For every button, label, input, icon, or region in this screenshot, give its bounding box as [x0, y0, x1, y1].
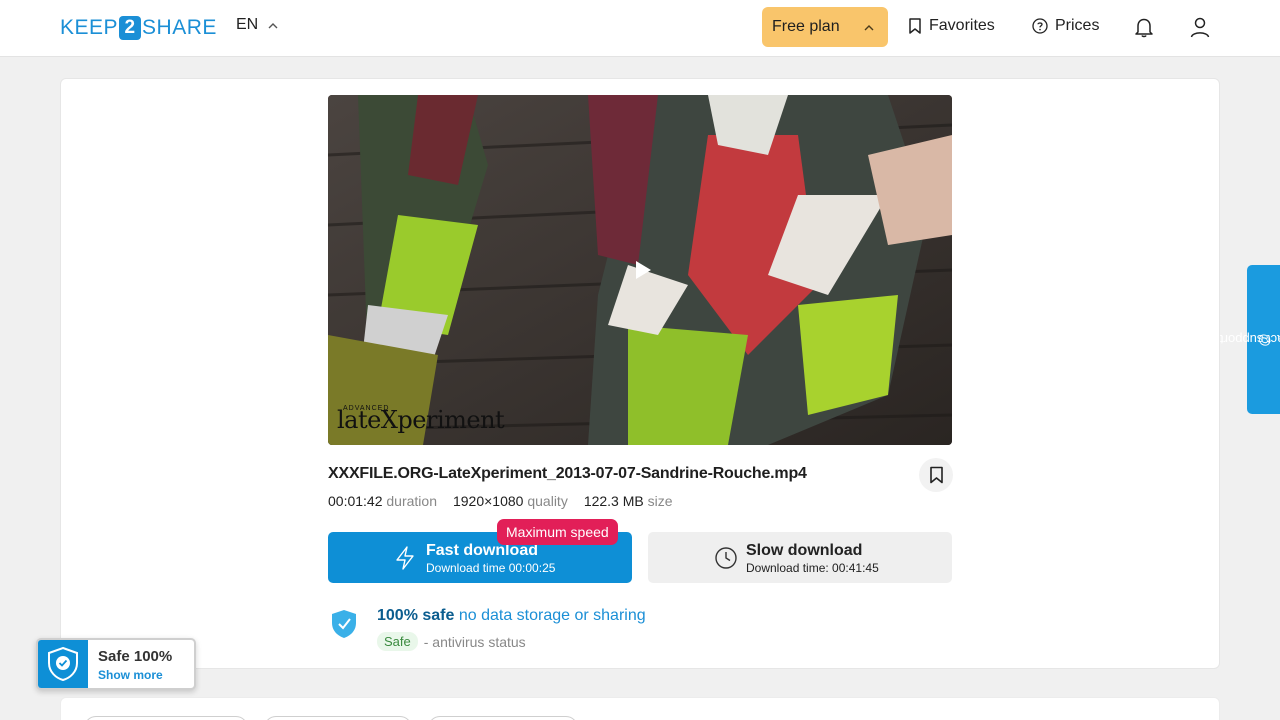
prices-link[interactable]: Prices [1032, 17, 1099, 35]
user-account-icon[interactable] [1189, 16, 1211, 38]
shield-check-icon [332, 610, 356, 638]
fast-download-time: Download time 00:00:25 [426, 561, 556, 575]
safe-widget[interactable]: Safe 100% Show more [36, 638, 196, 690]
safety-statement: 100% safe no data storage or sharing [377, 607, 646, 624]
file-name: XXXFILE.ORG-LateXperiment_2013-07-07-San… [328, 465, 807, 482]
antivirus-status: Safe - antivirus status [377, 632, 526, 651]
filter-pill[interactable] [264, 716, 412, 720]
file-meta: 00:01:42 duration 1920×1080 quality 122.… [328, 493, 673, 509]
duration-info: 00:01:42 duration [328, 493, 437, 509]
favorites-link[interactable]: Favorites [908, 17, 995, 35]
quality-info: 1920×1080 quality [452, 493, 568, 509]
language-selector[interactable]: EN [236, 16, 278, 34]
contact-support-tab[interactable]: @ contact support [1219, 265, 1280, 414]
video-preview[interactable]: ADVANCED lateXperiment [328, 95, 952, 445]
widget-title: Safe 100% [98, 648, 173, 665]
help-circle-icon [1032, 18, 1048, 34]
prices-label: Prices [1055, 17, 1100, 34]
lightning-icon [396, 546, 414, 570]
notifications-bell-icon[interactable] [1133, 16, 1155, 38]
slow-download-title: Slow download [746, 542, 863, 559]
filter-pill[interactable] [428, 716, 578, 720]
add-to-favorites-button[interactable] [919, 458, 953, 492]
logo-text-left: KEEP [60, 16, 119, 39]
contact-support-label: @ contact support [1219, 332, 1280, 348]
plan-label: Free plan [772, 18, 840, 35]
antivirus-label: - antivirus status [423, 633, 526, 650]
free-plan-button[interactable]: Free plan [762, 7, 888, 47]
chevron-up-icon [268, 22, 278, 28]
top-header: KEEP 2 SHARE EN Free plan Favorites Pric… [0, 0, 1280, 57]
filter-pill[interactable] [84, 716, 248, 720]
show-more-link[interactable]: Show more [98, 668, 163, 682]
keep2share-logo[interactable]: KEEP 2 SHARE [60, 15, 217, 41]
widget-shield [38, 640, 88, 688]
slow-download-time: Download time: 00:41:45 [746, 561, 879, 575]
language-label: EN [236, 16, 259, 33]
maximum-speed-badge: Maximum speed [497, 519, 618, 545]
shield-check-icon [48, 647, 78, 681]
slow-download-button[interactable]: Slow download Download time: 00:41:45 [648, 532, 952, 583]
video-watermark: ADVANCED lateXperiment [337, 405, 505, 434]
logo-number: 2 [119, 16, 142, 40]
chevron-up-icon [864, 25, 874, 31]
play-icon[interactable] [634, 260, 652, 280]
clock-icon [715, 547, 737, 569]
size-info: 122.3 MB size [583, 493, 673, 509]
safe-badge: Safe [377, 632, 418, 651]
favorites-label: Favorites [929, 17, 995, 34]
bookmark-icon [929, 466, 943, 484]
bookmark-icon [909, 18, 921, 34]
logo-text-right: SHARE [142, 16, 217, 39]
